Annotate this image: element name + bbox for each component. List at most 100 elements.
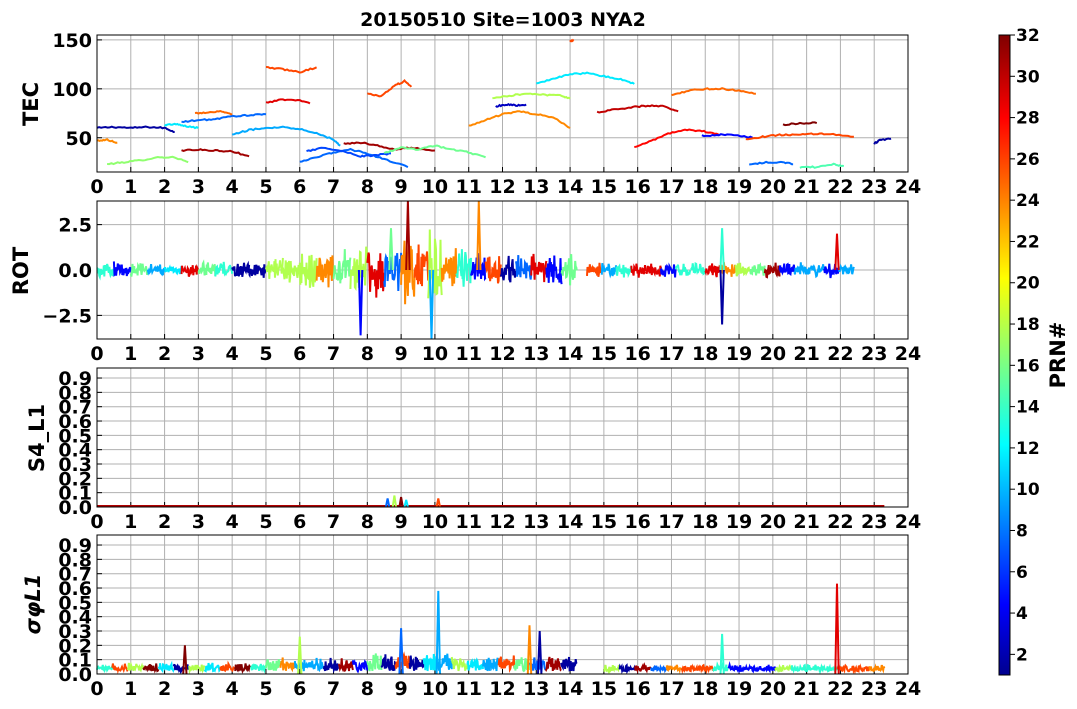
x-tick-label: 3 xyxy=(192,343,205,365)
x-tick-label: 0 xyxy=(90,678,103,700)
spike-mark xyxy=(357,269,364,336)
x-tick-label: 7 xyxy=(327,511,340,533)
x-tick-label: 1 xyxy=(124,343,137,365)
series-trace xyxy=(586,262,603,277)
series-trace xyxy=(719,261,736,277)
x-tick-label: 18 xyxy=(692,343,718,365)
tec-series-prn-18 xyxy=(492,92,571,100)
x-tick-label: 5 xyxy=(259,343,272,365)
colorbar-tick-label: 8 xyxy=(1016,521,1028,541)
colorbar-tick-label: 14 xyxy=(1016,398,1040,418)
x-tick-label: 11 xyxy=(455,176,481,198)
series-trace xyxy=(704,263,721,278)
x-tick-label: 5 xyxy=(259,678,272,700)
panel-tec: 0 1 2 3 4 5 6 7 8 9 10 11 12 13 14 15 16 17 18 19 20 21 22 23 24… xyxy=(52,30,921,198)
spike-mark xyxy=(719,228,725,271)
series-trace xyxy=(380,654,397,672)
series-trace xyxy=(734,262,751,277)
colorbar-tick-label: 16 xyxy=(1016,356,1040,376)
tec-series-prn-12 xyxy=(536,71,635,85)
x-tick-label: 15 xyxy=(591,678,617,700)
x-tick-label: 16 xyxy=(624,511,650,533)
x-tick-label: 17 xyxy=(658,678,684,700)
series-trace xyxy=(615,263,633,279)
series-trace xyxy=(163,264,183,276)
x-tick-label: 0 xyxy=(90,511,103,533)
colorbar-tick-label: 20 xyxy=(1016,274,1040,294)
colorbar-gradient xyxy=(998,34,1011,676)
x-tick-label: 24 xyxy=(895,511,921,533)
series-trace xyxy=(400,240,416,305)
series-trace xyxy=(129,261,149,277)
spike-mark xyxy=(834,583,840,675)
tec-series-prn-24 xyxy=(96,138,118,144)
x-tick-label: 8 xyxy=(361,678,374,700)
series-trace xyxy=(790,663,808,674)
x-tick-label: 12 xyxy=(489,678,515,700)
chart-title: 20150510 Site=1003 NYA2 xyxy=(360,9,646,31)
x-tick-label: 7 xyxy=(327,343,340,365)
series-trace xyxy=(298,253,318,288)
tec-series-prn-25 xyxy=(194,109,233,116)
colorbar-tick-label: 26 xyxy=(1016,150,1040,170)
colorbar-tick-label: 30 xyxy=(1016,67,1040,87)
series-trace xyxy=(763,262,781,279)
series-trace xyxy=(281,260,301,283)
series-trace xyxy=(823,263,841,279)
x-tick-label: 6 xyxy=(293,343,306,365)
series-trace xyxy=(332,249,352,284)
tec-series-prn-2 xyxy=(873,137,892,145)
s4-axis-label: S4_L1 xyxy=(25,404,49,472)
series-trace xyxy=(484,256,502,284)
x-tick-label: 6 xyxy=(293,176,306,198)
series-trace xyxy=(126,661,145,673)
colorbar-label: PRN# xyxy=(1046,322,1070,389)
x-tick-label: 1 xyxy=(124,176,137,198)
series-trace xyxy=(650,663,668,674)
x-tick-label: 4 xyxy=(226,511,239,533)
x-tick-label: 2 xyxy=(158,176,171,198)
series-trace xyxy=(645,263,662,277)
x-tick-label: 4 xyxy=(226,343,239,365)
series-trace xyxy=(248,264,267,279)
x-tick-label: 14 xyxy=(557,176,583,198)
rot-axis-label: ROT xyxy=(9,246,33,295)
tec-axis-label: TEC xyxy=(19,82,43,126)
x-tick-label: 22 xyxy=(827,511,853,533)
series-trace xyxy=(180,263,199,277)
x-tick-label: 3 xyxy=(192,176,205,198)
x-tick-label: 18 xyxy=(692,678,718,700)
spike-mark xyxy=(182,645,188,675)
y-tick-label: 150 xyxy=(52,30,92,52)
x-tick-label: 8 xyxy=(361,511,374,533)
colorbar-tick-label: 28 xyxy=(1016,109,1040,129)
x-tick-label: 13 xyxy=(523,343,549,365)
colorbar-tick-label: 10 xyxy=(1016,480,1040,500)
x-tick-label: 21 xyxy=(793,176,819,198)
series-trace xyxy=(838,263,855,275)
y-tick-label: 100 xyxy=(52,79,92,101)
series-trace xyxy=(530,253,548,283)
tec-series-prn-8 xyxy=(181,112,267,124)
x-tick-label: 21 xyxy=(793,678,819,700)
x-tick-label: 20 xyxy=(760,343,786,365)
tec-series-prn-31 xyxy=(181,148,250,158)
x-tick-label: 4 xyxy=(226,678,239,700)
colorbar-tick-label: 4 xyxy=(1016,604,1028,624)
x-tick-label: 9 xyxy=(395,176,408,198)
x-tick-label: 2 xyxy=(158,343,171,365)
series-trace xyxy=(96,263,115,281)
x-tick-label: 6 xyxy=(293,511,306,533)
tec-series-prn-26 xyxy=(265,66,318,74)
x-tick-label: 7 xyxy=(327,678,340,700)
series-trace xyxy=(265,257,284,279)
series-trace xyxy=(214,261,234,277)
x-tick-label: 20 xyxy=(760,678,786,700)
x-tick-label: 22 xyxy=(827,678,853,700)
series-trace xyxy=(203,662,221,673)
x-tick-label: 23 xyxy=(861,343,887,365)
x-tick-label: 15 xyxy=(591,176,617,198)
y-tick-label: 2.5 xyxy=(58,215,92,237)
x-tick-label: 14 xyxy=(557,343,583,365)
figure: 20150510 Site=1003 NYA2 0 1 2 3 4 5 6 7 8 9 10 11 12… xyxy=(9,9,1070,700)
